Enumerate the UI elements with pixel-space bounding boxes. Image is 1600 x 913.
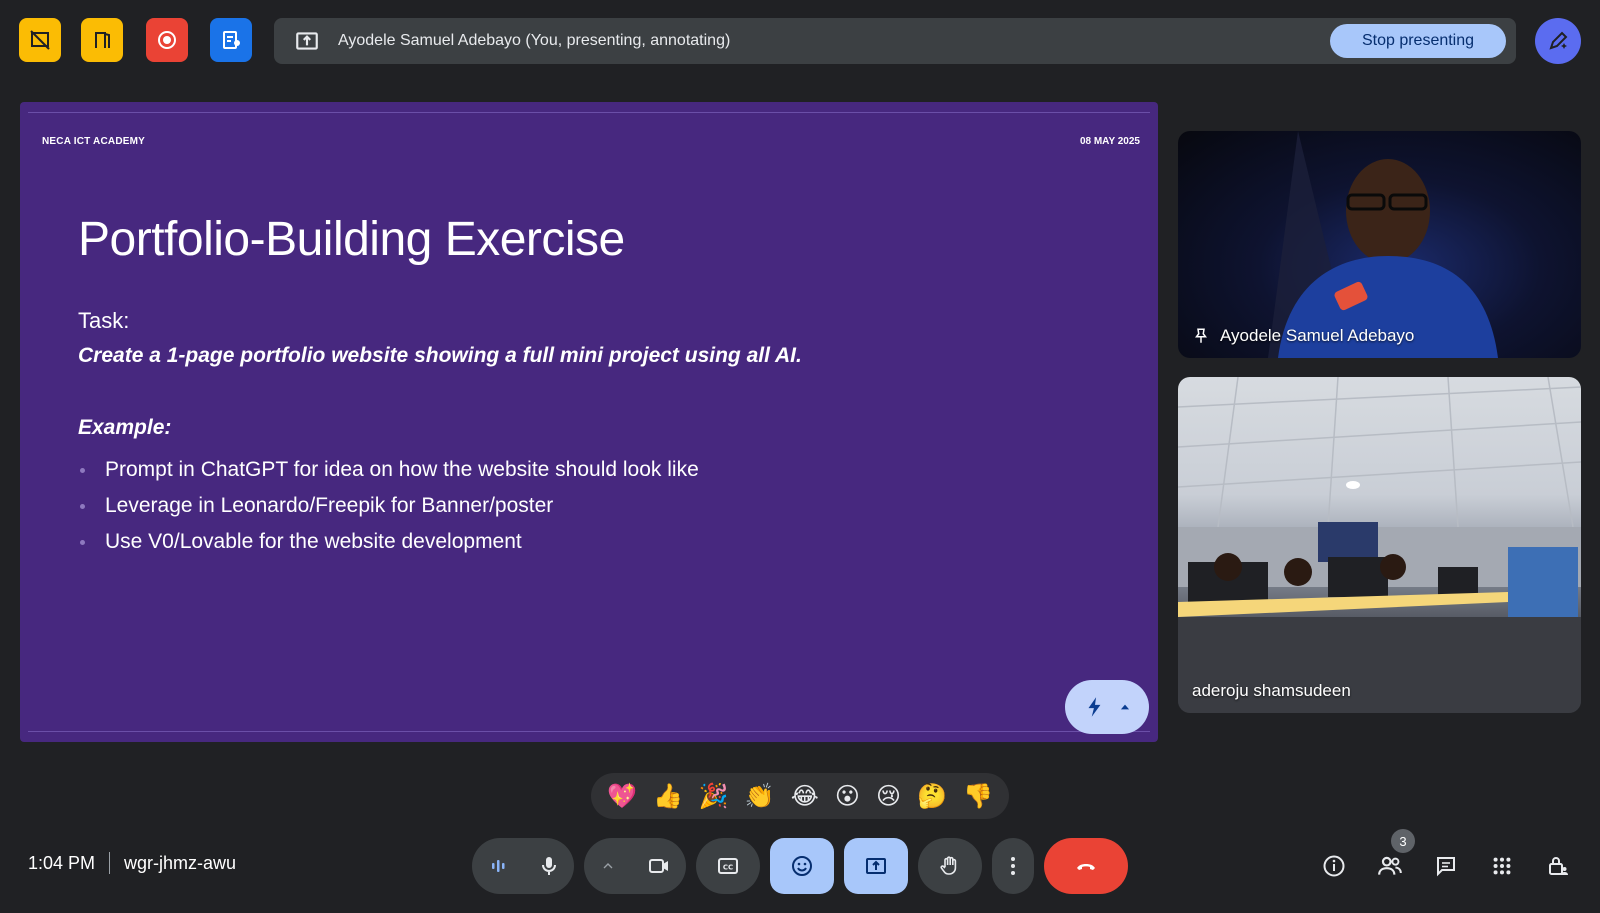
surprised-reaction[interactable]: 😮 [835, 782, 860, 810]
thinking-reaction[interactable]: 🤔 [917, 782, 947, 810]
hand-icon [940, 856, 957, 875]
slide-title: Portfolio-Building Exercise [78, 213, 625, 266]
reactions-button[interactable] [770, 838, 834, 894]
audio-level-icon[interactable] [486, 854, 510, 878]
presentation-slide: NECA ICT ACADEMY 08 MAY 2025 Portfolio-B… [20, 102, 1158, 742]
thumbs-down-reaction[interactable]: 👎 [963, 782, 993, 810]
present-button[interactable] [844, 838, 908, 894]
meeting-time: 1:04 PM [28, 852, 96, 873]
present-screen-icon [866, 858, 886, 874]
list-item: Leverage in Leonardo/Freepik for Banner/… [78, 488, 699, 524]
more-options-button[interactable] [992, 838, 1034, 894]
slide-date: 08 MAY 2025 [1079, 136, 1140, 147]
pin-icon [1195, 328, 1207, 343]
list-item: Use V0/Lovable for the website developme… [78, 524, 699, 560]
stop-presenting-button[interactable]: Stop presenting [1330, 24, 1506, 58]
present-screen-icon [296, 32, 318, 50]
camera-icon[interactable] [647, 854, 671, 878]
transcript-icon [223, 31, 240, 49]
list-item: Prompt in ChatGPT for idea on how the we… [78, 452, 699, 488]
separator [109, 852, 111, 874]
participant-video [1178, 377, 1581, 713]
participant-count-badge: 3 [1391, 829, 1415, 853]
info-icon [1323, 855, 1345, 877]
presenting-label: Ayodele Samuel Adebayo (You, presenting,… [338, 32, 731, 49]
task-text: Create a 1-page portfolio website showin… [78, 344, 802, 367]
door-icon [95, 32, 110, 48]
participant-name: aderoju shamsudeen [1192, 681, 1351, 700]
annotation-tools-button[interactable] [1065, 680, 1149, 734]
example-list: Prompt in ChatGPT for idea on how the we… [78, 452, 699, 560]
task-label: Task: [78, 308, 130, 333]
lock-person-icon [1549, 857, 1568, 875]
pen-sparkle-icon [1549, 31, 1568, 50]
meeting-details-button[interactable] [1320, 852, 1348, 880]
raise-hand-button[interactable] [918, 838, 982, 894]
example-label: Example: [78, 416, 172, 439]
audio-controls [472, 838, 574, 894]
reactions-bar: 💖 👍 🎉 👏 😂 😮 😢 🤔 👎 [591, 773, 1009, 819]
slides-off-icon [30, 30, 50, 50]
slide-divider-top [28, 112, 1150, 113]
record-icon [158, 31, 176, 49]
participant-tile[interactable]: aderoju shamsudeen [1178, 377, 1581, 713]
annotate-button[interactable] [1535, 18, 1581, 64]
slide-org: NECA ICT ACADEMY [42, 136, 146, 147]
laugh-reaction[interactable]: 😂 [791, 782, 819, 810]
people-icon [1378, 856, 1402, 875]
presenting-bar: Ayodele Samuel Adebayo (You, presenting,… [274, 18, 1516, 64]
party-reaction[interactable]: 🎉 [699, 782, 729, 810]
meeting-info: 1:04 PM wgr-jhmz-awu [28, 852, 236, 874]
hang-up-icon [1077, 864, 1095, 870]
thumbs-up-reaction[interactable]: 👍 [653, 782, 683, 810]
sad-reaction[interactable]: 😢 [876, 782, 901, 810]
activities-button[interactable] [1488, 852, 1516, 880]
svg-text:CC: CC [723, 864, 733, 872]
leave-call-button[interactable] [1044, 838, 1128, 894]
slide-divider-bottom [28, 731, 1150, 732]
participant-tile[interactable]: Ayodele Samuel Adebayo [1178, 131, 1581, 358]
video-controls [584, 838, 686, 894]
host-controls-button[interactable] [1544, 852, 1572, 880]
exit-slideshow-button[interactable] [19, 18, 61, 62]
heart-reaction[interactable]: 💖 [607, 782, 637, 810]
people-button[interactable] [1376, 852, 1404, 880]
clap-reaction[interactable]: 👏 [745, 782, 775, 810]
participant-name: Ayodele Samuel Adebayo [1192, 326, 1414, 346]
companion-button[interactable] [81, 18, 123, 62]
lightning-pen-icon [1088, 697, 1101, 717]
captions-icon: CC [718, 858, 738, 874]
smiley-icon [792, 856, 812, 876]
chat-button[interactable] [1432, 852, 1460, 880]
captions-button[interactable]: CC [696, 838, 760, 894]
meeting-code: wgr-jhmz-awu [124, 852, 237, 873]
apps-grid-icon [1493, 857, 1511, 875]
transcript-button[interactable] [210, 18, 252, 62]
chat-icon [1437, 857, 1455, 877]
chevron-up-icon[interactable] [600, 858, 616, 874]
chevron-up-icon [1120, 704, 1130, 710]
recording-button[interactable] [146, 18, 188, 62]
microphone-icon[interactable] [537, 854, 561, 878]
participant-video [1268, 131, 1498, 358]
more-vert-icon [1011, 857, 1015, 875]
